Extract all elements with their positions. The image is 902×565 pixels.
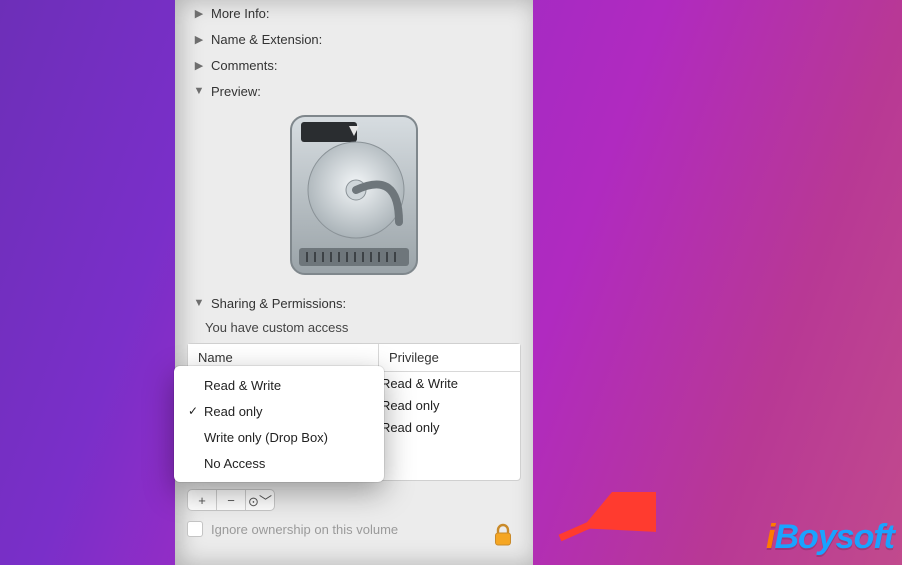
chevron-right-icon: ▶ <box>193 33 205 46</box>
ignore-ownership-row: Ignore ownership on this volume <box>187 521 521 537</box>
menu-item-label: Read only <box>204 404 263 419</box>
column-privilege[interactable]: Privilege <box>379 344 520 371</box>
section-label: Preview: <box>211 84 261 99</box>
ignore-ownership-label: Ignore ownership on this volume <box>211 522 398 537</box>
chevron-right-icon: ▶ <box>193 59 205 72</box>
privilege-menu: Read & Write ✓ Read only Write only (Dro… <box>174 366 384 482</box>
action-menu-button[interactable]: ⊙﹀ <box>245 490 274 510</box>
watermark-text: Boysoft <box>774 518 894 556</box>
watermark-logo: iBoysoft <box>766 518 894 557</box>
disk-drive-icon <box>279 110 429 280</box>
section-name-extension[interactable]: ▶ Name & Extension: <box>175 26 533 52</box>
table-footer-controls: + − ⊙﹀ <box>187 489 521 511</box>
menu-item-label: No Access <box>204 456 265 471</box>
segmented-control: + − ⊙﹀ <box>187 489 275 511</box>
privilege-value[interactable]: Read only <box>381 398 440 413</box>
chevron-right-icon: ▶ <box>193 7 205 20</box>
privilege-value[interactable]: Read & Write <box>381 376 458 391</box>
section-label: More Info: <box>211 6 270 21</box>
add-button[interactable]: + <box>188 490 216 510</box>
section-label: Comments: <box>211 58 277 73</box>
permissions-table: Name Privilege connieyang ( ▲▼Read & Wri… <box>187 343 521 481</box>
get-info-panel: ▶ More Info: ▶ Name & Extension: ▶ Comme… <box>175 0 533 565</box>
section-label: Sharing & Permissions: <box>211 296 346 311</box>
chevron-down-icon: ▼ <box>193 85 205 97</box>
menu-item-label: Read & Write <box>204 378 281 393</box>
chevron-down-icon: ▼ <box>193 297 205 309</box>
remove-button[interactable]: − <box>216 490 245 510</box>
menu-item-no-access[interactable]: No Access <box>174 450 384 476</box>
section-more-info[interactable]: ▶ More Info: <box>175 0 533 26</box>
privilege-value[interactable]: Read only <box>381 420 440 435</box>
ignore-ownership-checkbox[interactable] <box>187 521 203 537</box>
access-status: You have custom access <box>175 316 533 343</box>
section-preview[interactable]: ▼ Preview: <box>175 78 533 104</box>
menu-item-read-only[interactable]: ✓ Read only <box>174 398 384 424</box>
check-icon: ✓ <box>188 404 204 418</box>
menu-item-write-only[interactable]: Write only (Drop Box) <box>174 424 384 450</box>
section-comments[interactable]: ▶ Comments: <box>175 52 533 78</box>
section-sharing-permissions[interactable]: ▼ Sharing & Permissions: <box>175 290 533 316</box>
menu-item-read-write[interactable]: Read & Write <box>174 372 384 398</box>
section-label: Name & Extension: <box>211 32 322 47</box>
menu-item-label: Write only (Drop Box) <box>204 430 328 445</box>
lock-icon[interactable] <box>493 523 513 547</box>
